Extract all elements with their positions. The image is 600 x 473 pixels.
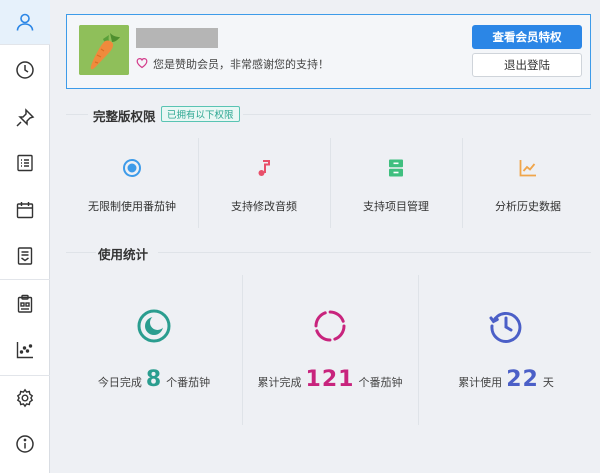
stats-title: 使用统计 <box>98 247 149 262</box>
feature-label: 支持修改音频 <box>231 200 297 213</box>
sidebar-item-about[interactable] <box>0 422 50 466</box>
section-divider <box>243 114 591 115</box>
feature-unlimited-pomodoro: 无限制使用番茄钟 <box>66 138 198 228</box>
user-icon <box>16 13 34 31</box>
pin-icon <box>16 108 35 127</box>
dashed-circle-icon <box>314 310 346 342</box>
info-icon <box>16 435 34 453</box>
feature-label: 无限制使用番茄钟 <box>88 200 176 213</box>
drawer-icon <box>389 159 403 177</box>
logout-button[interactable]: 退出登陆 <box>472 53 582 77</box>
feature-label: 分析历史数据 <box>495 200 561 213</box>
feature-label: 支持项目管理 <box>363 200 429 213</box>
sidebar-item-clipboard[interactable] <box>0 282 50 326</box>
section-divider <box>158 252 591 253</box>
sidebar-item-settings[interactable] <box>0 376 50 420</box>
music-note-icon <box>258 160 270 176</box>
stat-value: 22 <box>506 367 539 392</box>
section-divider <box>66 252 96 253</box>
gear-icon <box>16 388 34 408</box>
document-icon <box>17 247 33 265</box>
heart-icon <box>136 57 148 69</box>
sidebar <box>0 0 50 473</box>
username-redacted <box>136 28 218 48</box>
permissions-title: 完整版权限 <box>93 109 156 124</box>
stat-today-completed: 今日完成 8 个番茄钟 <box>66 275 242 425</box>
stat-value: 121 <box>305 367 355 392</box>
sidebar-item-list[interactable] <box>0 141 50 185</box>
calendar-icon <box>16 202 34 219</box>
clock-icon <box>16 61 34 79</box>
feature-project-management: 支持项目管理 <box>330 138 462 228</box>
history-icon <box>489 311 522 343</box>
carrot-icon <box>79 25 129 75</box>
list-icon <box>17 154 33 172</box>
moon-icon <box>137 309 171 343</box>
stat-suffix: 天 <box>542 376 554 389</box>
feature-custom-audio: 支持修改音频 <box>198 138 330 228</box>
sidebar-item-pomodoro[interactable] <box>0 48 50 92</box>
target-icon <box>123 159 141 177</box>
stat-total-days: 累计使用 22 天 <box>418 275 594 425</box>
permissions-badge: 已拥有以下权限 <box>161 106 240 122</box>
stat-suffix: 个番茄钟 <box>358 376 403 389</box>
sidebar-item-profile[interactable] <box>0 0 50 44</box>
avatar <box>79 25 129 75</box>
stat-prefix: 累计使用 <box>458 376 503 389</box>
stat-suffix: 个番茄钟 <box>166 376 211 389</box>
scatter-chart-icon <box>16 342 33 359</box>
section-divider <box>66 114 88 115</box>
member-card: 您是赞助会员，非常感谢您的支持！ 查看会员特权 退出登陆 <box>66 14 591 89</box>
stat-total-completed: 累计完成 121 个番茄钟 <box>242 275 418 425</box>
feature-history-analysis: 分析历史数据 <box>462 138 594 228</box>
stat-prefix: 今日完成 <box>97 376 142 389</box>
sidebar-item-calendar[interactable] <box>0 188 50 232</box>
thanks-text: 您是赞助会员，非常感谢您的支持！ <box>153 58 329 71</box>
clipboard-icon <box>17 294 33 313</box>
trend-chart-icon <box>519 160 536 177</box>
sidebar-item-statistics[interactable] <box>0 328 50 372</box>
sidebar-item-document[interactable] <box>0 234 50 278</box>
stat-value: 8 <box>145 367 163 392</box>
stat-prefix: 累计完成 <box>257 376 302 389</box>
sidebar-item-pin[interactable] <box>0 96 50 140</box>
view-benefits-button[interactable]: 查看会员特权 <box>472 25 582 49</box>
